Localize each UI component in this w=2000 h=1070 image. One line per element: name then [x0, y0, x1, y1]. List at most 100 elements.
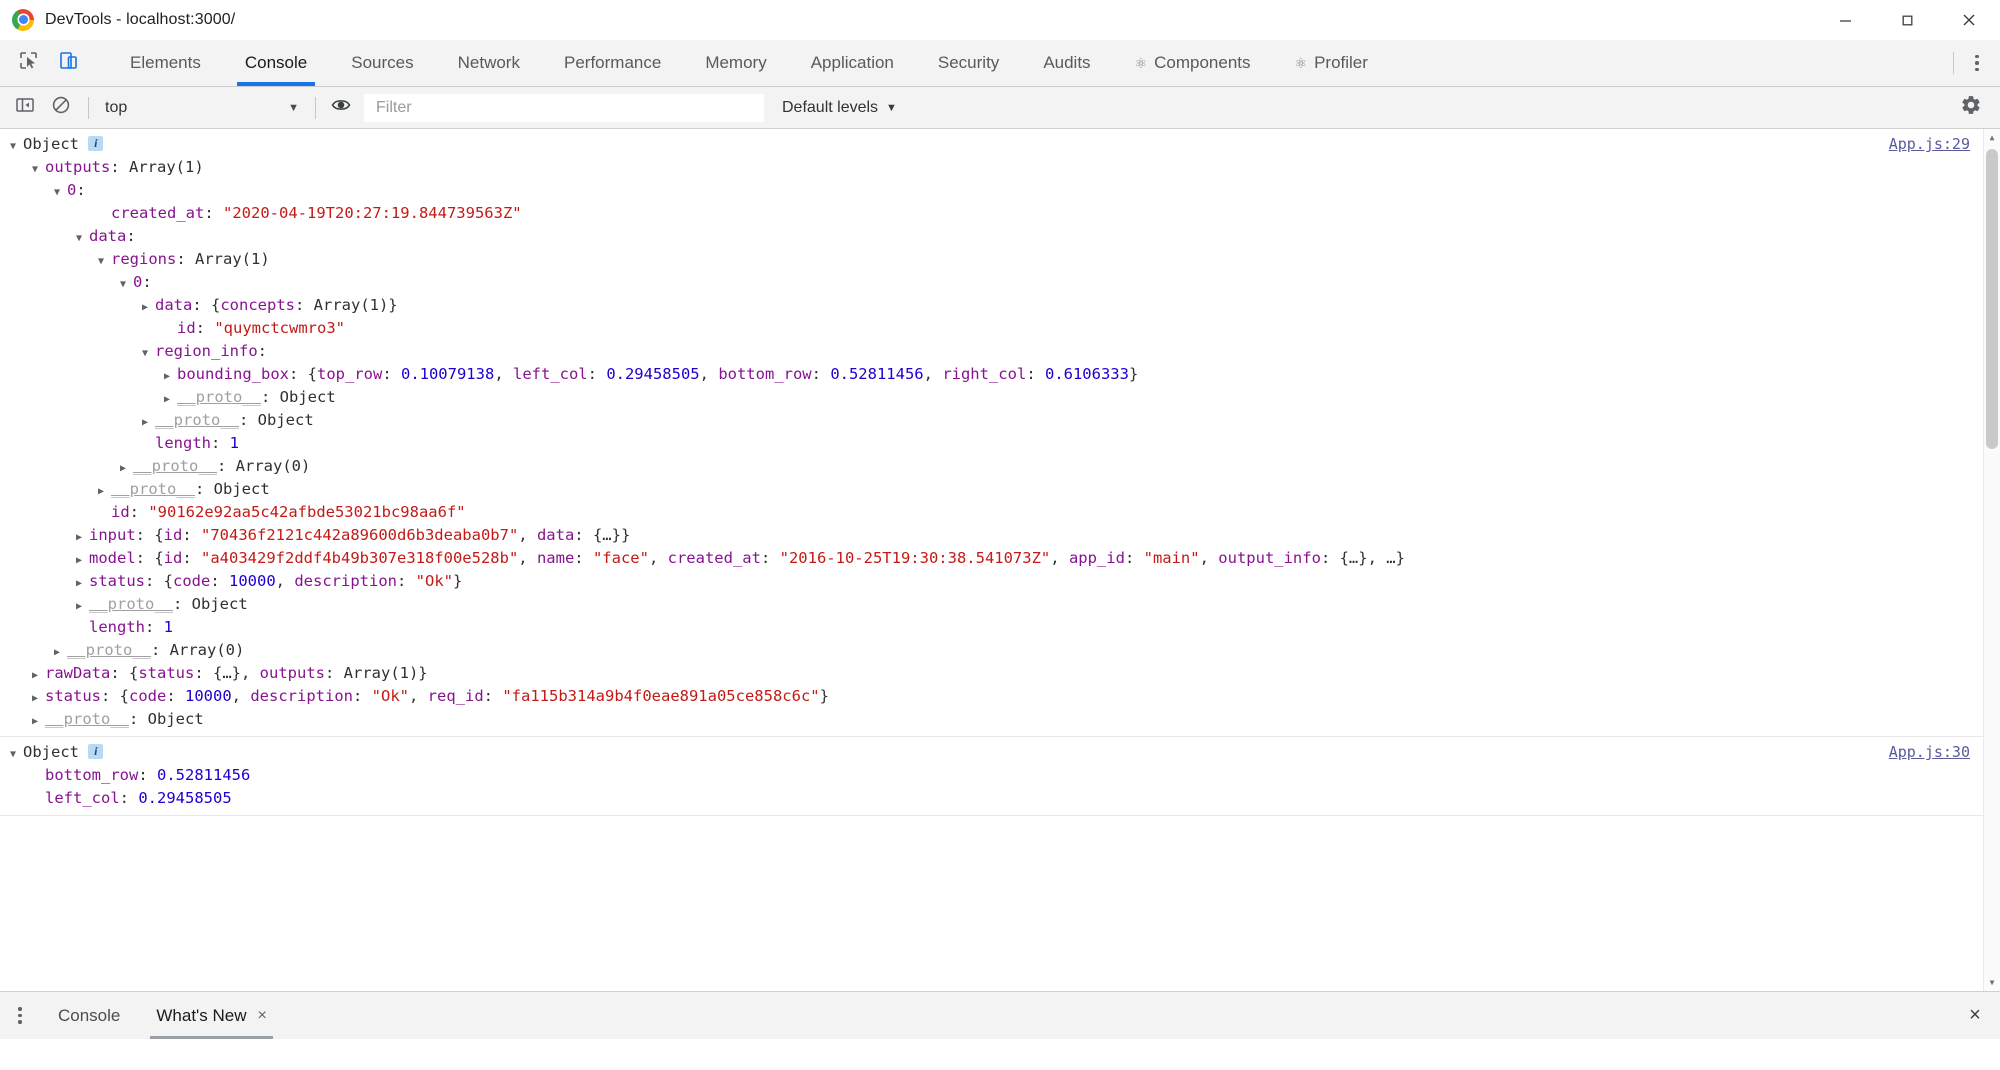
console-tree-row[interactable]: outputs: Array(1) [0, 156, 2000, 179]
console-tree-row[interactable]: 0: [0, 271, 2000, 294]
expand-triangle-closed-icon[interactable] [98, 480, 111, 503]
console-scrollbar[interactable]: ▲ ▼ [1983, 129, 2000, 991]
expand-triangle-open-icon[interactable] [54, 181, 67, 204]
console-tree-row[interactable]: status: {code: 10000, description: "Ok",… [0, 685, 2000, 708]
expand-triangle-open-icon[interactable] [98, 250, 111, 273]
console-tree-row[interactable]: data: [0, 225, 2000, 248]
expand-triangle-closed-icon[interactable] [142, 296, 155, 319]
console-tree-row[interactable]: bounding_box: {top_row: 0.10079138, left… [0, 363, 2000, 386]
drawer-tab-label: What's New [156, 1005, 247, 1025]
close-drawer-button[interactable]: × [1950, 992, 2000, 1039]
expand-triangle-open-icon[interactable] [76, 227, 89, 250]
execution-context-select[interactable]: top ▼ [97, 93, 307, 123]
console-tree-row[interactable]: model: {id: "a403429f2ddf4b49b307e318f00… [0, 547, 2000, 570]
console-tree-row[interactable]: rawData: {status: {…}, outputs: Array(1)… [0, 662, 2000, 685]
expand-triangle-closed-icon[interactable] [164, 388, 177, 411]
console-tree-row[interactable]: data: {concepts: Array(1)} [0, 294, 2000, 317]
console-tree-row[interactable]: __proto__: Array(0) [0, 639, 2000, 662]
console-tree-row[interactable]: __proto__: Array(0) [0, 455, 2000, 478]
expand-triangle-open-icon[interactable] [32, 158, 45, 181]
scrollbar-thumb[interactable] [1986, 149, 1998, 449]
console-tree-row[interactable]: __proto__: Object [0, 593, 2000, 616]
tab-network[interactable]: Network [436, 40, 542, 86]
console-tree-row[interactable]: regions: Array(1) [0, 248, 2000, 271]
console-tree-row[interactable]: length: 1 [0, 616, 2000, 639]
expand-triangle-open-icon[interactable] [10, 135, 23, 158]
drawer-tab-console[interactable]: Console [40, 992, 138, 1039]
close-tab-icon[interactable]: × [258, 1007, 267, 1025]
console-tree-row[interactable]: Object i [0, 133, 2000, 156]
tab-memory[interactable]: Memory [683, 40, 788, 86]
console-output[interactable]: App.js:29Object ioutputs: Array(1)0:crea… [0, 129, 2000, 991]
expand-triangle-open-icon[interactable] [142, 342, 155, 365]
inspect-element-button[interactable] [10, 45, 46, 81]
source-link[interactable]: App.js:29 [1889, 135, 1970, 153]
maximize-button[interactable] [1876, 0, 1938, 40]
minimize-button[interactable] [1814, 0, 1876, 40]
console-tree-row[interactable]: left_col: 0.29458505 [0, 787, 2000, 810]
console-message[interactable]: App.js:29Object ioutputs: Array(1)0:crea… [0, 129, 2000, 737]
tab-profiler[interactable]: ⚛ Profiler [1273, 40, 1390, 86]
filter-input[interactable]: Filter [364, 93, 764, 122]
expand-triangle-closed-icon[interactable] [76, 549, 89, 572]
tab-application[interactable]: Application [789, 40, 916, 86]
proto-property-name: __proto__ [45, 710, 129, 728]
console-message[interactable]: App.js:30Object ibottom_row: 0.52811456l… [0, 737, 2000, 816]
scrollbar-down-arrow[interactable]: ▼ [1984, 974, 2000, 991]
tab-console[interactable]: Console [223, 40, 329, 86]
scrollbar-up-arrow[interactable]: ▲ [1984, 129, 2000, 146]
drawer-more-options-button[interactable] [0, 992, 40, 1039]
console-sidebar-icon [15, 95, 35, 120]
tab-security[interactable]: Security [916, 40, 1021, 86]
expand-triangle-closed-icon[interactable] [164, 365, 177, 388]
expand-triangle-closed-icon[interactable] [76, 526, 89, 549]
punctuation: Object [191, 595, 248, 613]
info-badge-icon[interactable]: i [88, 136, 104, 151]
expand-triangle-closed-icon[interactable] [142, 411, 155, 434]
tab-audits[interactable]: Audits [1021, 40, 1112, 86]
punctuation: : [126, 227, 136, 245]
expand-triangle-closed-icon[interactable] [76, 572, 89, 595]
tab-sources[interactable]: Sources [329, 40, 435, 86]
log-levels-select[interactable]: Default levels ▼ [782, 93, 897, 123]
console-tree-row[interactable]: input: {id: "70436f2121c442a89600d6b3dea… [0, 524, 2000, 547]
console-tree-row[interactable]: bottom_row: 0.52811456 [0, 764, 2000, 787]
console-tree-row[interactable]: created_at: "2020-04-19T20:27:19.8447395… [0, 202, 2000, 225]
expand-triangle-closed-icon[interactable] [32, 664, 45, 687]
expand-triangle-closed-icon[interactable] [32, 710, 45, 733]
punctuation: : [483, 687, 503, 705]
expand-triangle-closed-icon[interactable] [76, 595, 89, 618]
devtools-more-options-button[interactable] [1960, 45, 1994, 81]
console-tree-row[interactable]: 0: [0, 179, 2000, 202]
punctuation: Array(1) [195, 250, 270, 268]
tab-performance[interactable]: Performance [542, 40, 683, 86]
console-tree-row[interactable]: id: "quymctcwmro3" [0, 317, 2000, 340]
expand-triangle-open-icon[interactable] [10, 743, 23, 766]
console-tree-row[interactable]: __proto__: Object [0, 386, 2000, 409]
live-expression-button[interactable] [324, 93, 358, 123]
expand-triangle-closed-icon[interactable] [120, 457, 133, 480]
devtools-settings-button[interactable] [1954, 93, 1988, 123]
expand-triangle-open-icon[interactable] [120, 273, 133, 296]
source-link[interactable]: App.js:30 [1889, 743, 1970, 761]
console-tree-row[interactable]: id: "90162e92aa5c42afbde53021bc98aa6f" [0, 501, 2000, 524]
console-sidebar-toggle-button[interactable] [8, 93, 42, 123]
console-tree-row[interactable]: __proto__: Object [0, 409, 2000, 432]
console-tree-row[interactable]: length: 1 [0, 432, 2000, 455]
console-tree-row[interactable]: Object i [0, 741, 2000, 764]
punctuation: , [275, 572, 295, 590]
console-tree-row[interactable]: region_info: [0, 340, 2000, 363]
tab-elements[interactable]: Elements [108, 40, 223, 86]
console-tree-row[interactable]: __proto__: Object [0, 478, 2000, 501]
tab-components[interactable]: ⚛ Components [1113, 40, 1273, 86]
toggle-device-toolbar-button[interactable] [50, 45, 86, 81]
close-button[interactable] [1938, 0, 2000, 40]
expand-triangle-closed-icon[interactable] [54, 641, 67, 664]
proto-property-name: __proto__ [67, 641, 151, 659]
drawer-tab-whats-new[interactable]: What's New × [138, 992, 285, 1039]
console-tree-row[interactable]: status: {code: 10000, description: "Ok"} [0, 570, 2000, 593]
console-tree-row[interactable]: __proto__: Object [0, 708, 2000, 731]
clear-console-button[interactable] [44, 93, 78, 123]
info-badge-icon[interactable]: i [88, 744, 104, 759]
expand-triangle-closed-icon[interactable] [32, 687, 45, 710]
